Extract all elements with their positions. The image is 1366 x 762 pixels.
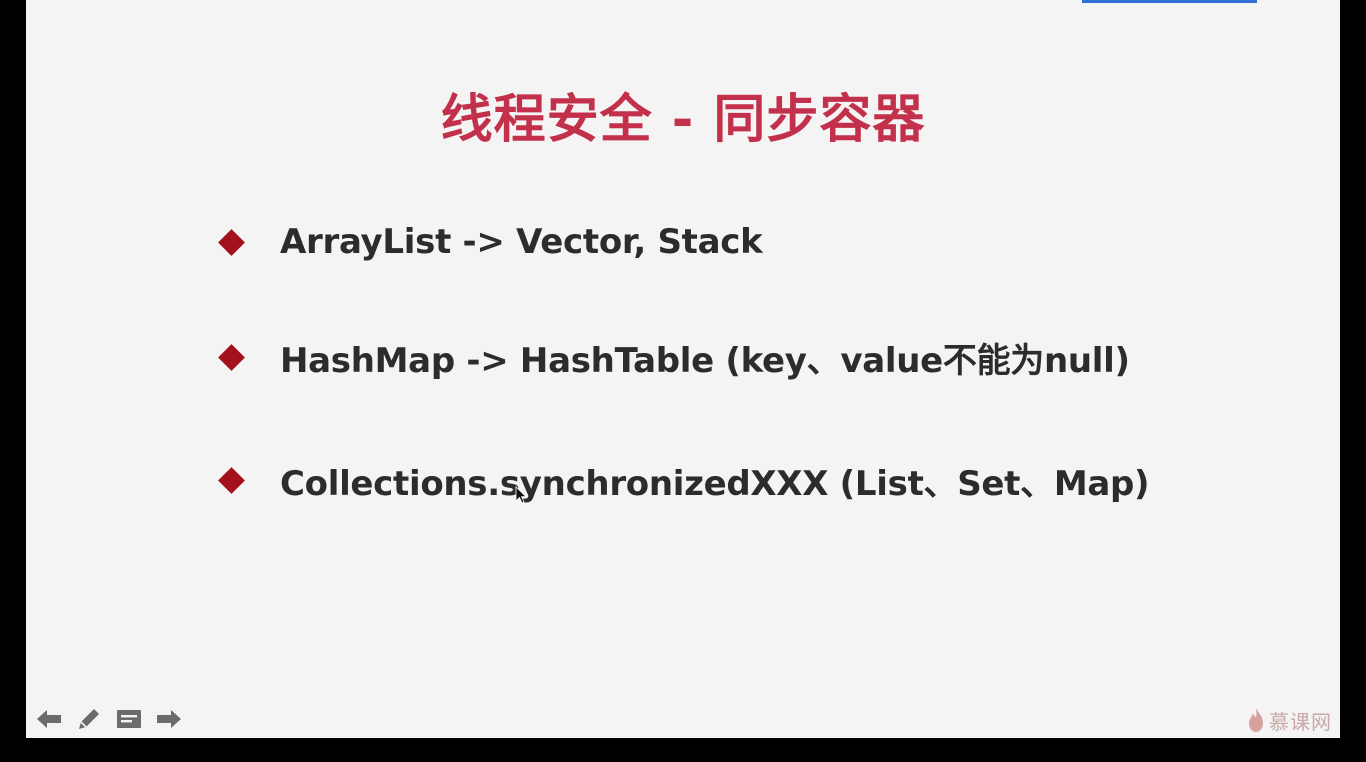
presentation-slide: 线程安全 - 同步容器 ArrayList -> Vector, Stack H… (26, 0, 1340, 738)
diamond-bullet-icon (218, 228, 245, 256)
top-accent-strip (1082, 0, 1257, 3)
previous-slide-button[interactable] (34, 704, 64, 734)
mouse-cursor-icon (515, 486, 527, 504)
diamond-bullet-icon (218, 343, 245, 371)
slide-menu-icon (117, 710, 141, 728)
arrow-right-icon (157, 710, 181, 728)
bullet-text: ArrayList -> Vector, Stack (280, 222, 763, 262)
logo-text: 慕课网 (1269, 709, 1332, 734)
next-slide-button[interactable] (154, 704, 184, 734)
slide-menu-button[interactable] (114, 704, 144, 734)
diamond-bullet-icon (218, 466, 245, 494)
arrow-left-icon (37, 710, 61, 728)
slide-title: 线程安全 - 同步容器 (440, 90, 926, 150)
bullet-item: Collections.synchronizedXXX (List、Set、Ma… (216, 457, 1150, 504)
slide-controls (34, 704, 194, 734)
pen-tool-button[interactable] (74, 704, 104, 734)
bullet-text: HashMap -> HashTable (key、value不能为null) (280, 340, 1130, 381)
flame-icon (1249, 708, 1263, 732)
bullet-item: HashMap -> HashTable (key、value不能为null) (216, 334, 1130, 381)
bullet-text: Collections.synchronizedXXX (List、Set、Ma… (280, 463, 1150, 504)
screen-frame: 线程安全 - 同步容器 ArrayList -> Vector, Stack H… (0, 0, 1366, 762)
pen-icon (79, 709, 99, 729)
bullet-item: ArrayList -> Vector, Stack (216, 219, 763, 265)
imooc-logo: 慕课网 (1247, 704, 1332, 736)
